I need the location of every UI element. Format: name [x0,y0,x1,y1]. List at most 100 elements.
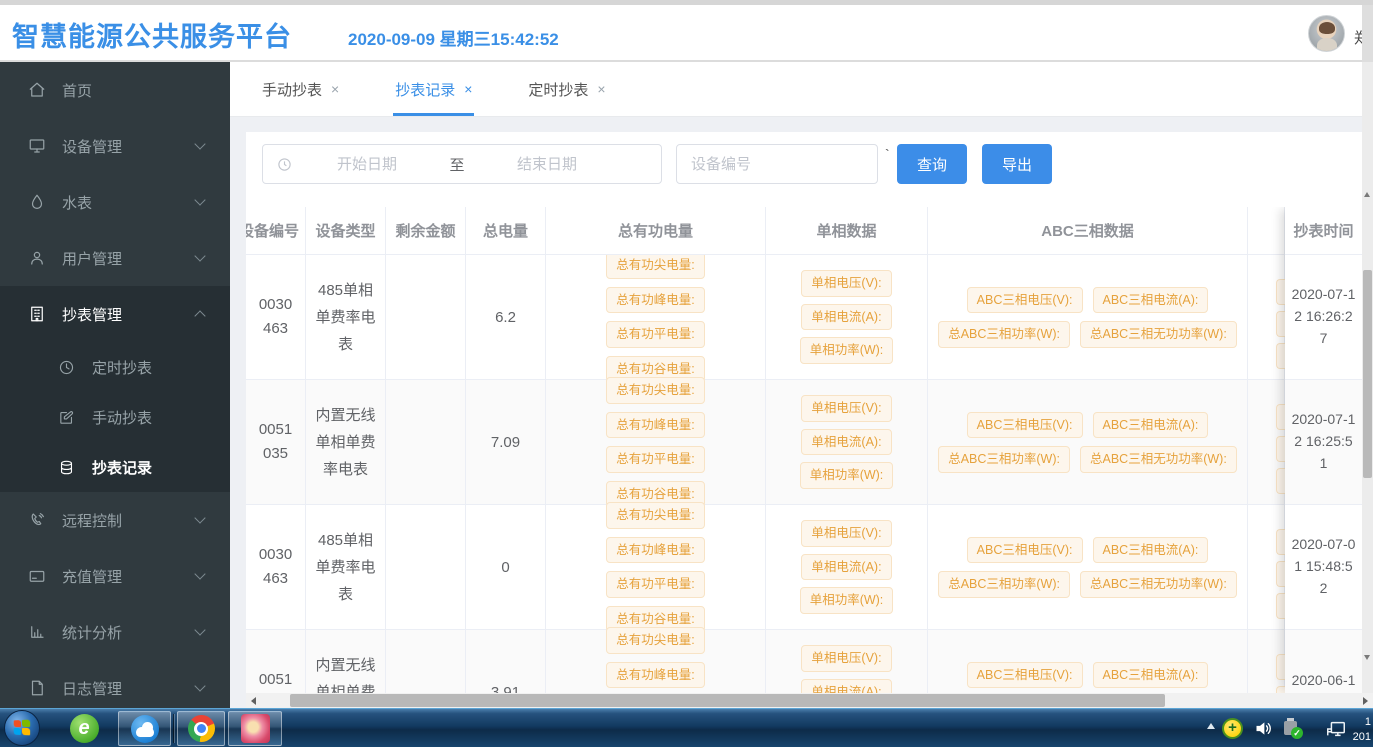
table-row: 0030463 485单相单费率电表 6.2 总有功尖电量: 总有功峰电量: 总… [246,255,1373,380]
device-no: 0051033 [256,668,296,693]
sidebar-subitem-reading-records[interactable]: 抄表记录 [0,442,230,492]
tag-abc-voltage: ABC三相电压(V): [967,662,1083,689]
col-total-energy: 总电量 [466,207,546,255]
sidebar-item-home[interactable]: 首页 [0,62,230,118]
chevron-up-icon [194,310,205,321]
device-no: 0030463 [256,543,296,591]
read-time-cell: 2020-06-11 17:10: [1285,630,1362,693]
taskbar-chrome-icon[interactable] [177,711,225,746]
scroll-down-arrow-icon[interactable] [1364,655,1370,660]
scroll-right-arrow-icon[interactable] [1363,697,1368,705]
header-datetime: 2020-09-09 星期三15:42:52 [348,25,559,50]
database-icon [58,459,75,476]
scroll-left-arrow-icon[interactable] [251,697,256,705]
network-icon[interactable] [1325,718,1346,739]
tab-bar: 手动抄表 × 抄表记录 × 定时抄表 × [230,62,1373,117]
total-energy-cell: 6.2 [466,255,546,380]
user-icon [28,249,46,267]
horizontal-scrollbar[interactable] [246,693,1373,708]
close-icon[interactable]: × [597,81,605,97]
readings-table: 设备编号 设备类型 剩余金额 总电量 总有功电量 单相数据 ABC三相数据 00… [246,207,1373,693]
tag-sharp-energy: 总有功尖电量: [606,255,704,279]
horizontal-scrollbar-thumb[interactable] [290,694,1165,707]
tag-peak-energy: 总有功峰电量: [606,287,704,314]
tab-scheduled-reading[interactable]: 定时抄表 × [528,62,605,116]
records-panel: 至 ` 查询 导出 设备编号 设备类型 剩余金额 总电量 总有功电量 单相数据 … [246,132,1373,708]
col-abc-three-phase: ABC三相数据 [928,207,1248,255]
taskbar-qq-browser-icon[interactable] [118,711,171,746]
export-button[interactable]: 导出 [982,144,1052,184]
tag-abc-reactive-power: 总ABC三相无功功率(W): [1080,446,1237,473]
show-hidden-icons-arrow[interactable] [1207,723,1215,729]
start-date-input[interactable] [292,156,442,173]
clock-icon [58,359,75,376]
tag-phase-power: 单相功率(W): [800,462,894,489]
app-title: 智慧能源公共服务平台 [12,15,292,54]
windows-taskbar: e + ✓ 1 201 [0,708,1373,747]
start-button[interactable] [4,710,40,746]
sidebar-item-recharge-mgmt[interactable]: 充值管理 [0,548,230,604]
balance-cell [386,380,466,505]
chevron-down-icon [194,138,205,149]
tag-abc-voltage: ABC三相电压(V): [967,412,1083,439]
user-avatar[interactable] [1308,15,1345,52]
meter-building-icon [28,305,46,323]
balance-cell [386,255,466,380]
tray-clock[interactable]: 1 201 [1353,715,1371,745]
tag-phase-voltage: 单相电压(V): [801,395,891,422]
sidebar-subitem-manual-reading[interactable]: 手动抄表 [0,392,230,442]
close-icon[interactable]: × [464,81,472,97]
tag-sharp-energy: 总有功尖电量: [606,377,704,404]
balance-cell [386,505,466,630]
filter-bar: 至 ` 查询 导出 [246,144,1373,184]
sidebar-group-meter-reading: 抄表管理 定时抄表 手动抄表 抄表记录 [0,286,230,492]
chevron-down-icon [194,624,205,635]
taskbar-360-browser-icon[interactable]: e [60,711,108,746]
tag-sharp-energy: 总有功尖电量: [606,627,704,654]
device-type: 485单相单费率电表 [314,527,378,608]
sidebar-item-remote-control[interactable]: 远程控制 [0,492,230,548]
read-time-cell: 2020-07-12 16:26:27 [1285,255,1362,380]
range-separator: 至 [442,154,472,175]
tab-manual-reading[interactable]: 手动抄表 × [262,62,339,116]
sidebar-item-user-mgmt[interactable]: 用户管理 [0,230,230,286]
device-no: 0030463 [256,293,296,341]
chevron-down-icon [194,512,205,523]
tab-reading-records[interactable]: 抄表记录 × [395,62,472,116]
col-balance: 剩余金额 [386,207,466,255]
close-icon[interactable]: × [331,81,339,97]
date-range-picker[interactable]: 至 [262,144,662,184]
tag-phase-current: 单相电流(A): [801,304,891,331]
droplet-icon [28,193,46,211]
chevron-down-icon [194,680,205,691]
scroll-up-arrow-icon[interactable] [1364,192,1370,197]
sidebar-item-device-mgmt[interactable]: 设备管理 [0,118,230,174]
usb-device-icon[interactable]: ✓ [1282,718,1303,739]
end-date-input[interactable] [472,156,622,173]
read-time-cell: 2020-07-01 15:48:52 [1285,505,1362,630]
query-button[interactable]: 查询 [897,144,967,184]
clock-icon [277,157,292,172]
tag-abc-reactive-power: 总ABC三相无功功率(W): [1080,321,1237,348]
chevron-down-icon [194,194,205,205]
col-single-phase: 单相数据 [766,207,928,255]
vertical-scrollbar-thumb[interactable] [1363,270,1372,478]
table-row: 0030463 485单相单费率电表 0 总有功尖电量: 总有功峰电量: 总有功… [246,505,1373,630]
tray-360-safety-icon[interactable]: + [1222,718,1243,739]
sidebar-subitem-scheduled-reading[interactable]: 定时抄表 [0,342,230,392]
device-no-input[interactable] [676,144,878,184]
col-active-energy: 总有功电量 [546,207,766,255]
sidebar-item-statistics[interactable]: 统计分析 [0,604,230,660]
sidebar-item-water-meter[interactable]: 水表 [0,174,230,230]
table-row: 0051035 内置无线单相单费率电表 7.09 总有功尖电量: 总有功峰电量:… [246,380,1373,505]
bar-chart-icon [28,623,46,641]
sidebar-item-meter-reading-mgmt[interactable]: 抄表管理 [0,286,230,342]
taskbar-photo-viewer-icon[interactable] [228,711,282,746]
tag-peak-energy: 总有功峰电量: [606,537,704,564]
volume-icon[interactable] [1253,718,1274,739]
screen: 智慧能源公共服务平台 2020-09-09 星期三15:42:52 郑 首页 设… [0,0,1373,747]
tag-abc-current: ABC三相电流(A): [1093,412,1209,439]
tag-abc-current: ABC三相电流(A): [1093,537,1209,564]
qq-browser-icon [131,715,159,743]
windows-logo-icon [14,720,32,737]
